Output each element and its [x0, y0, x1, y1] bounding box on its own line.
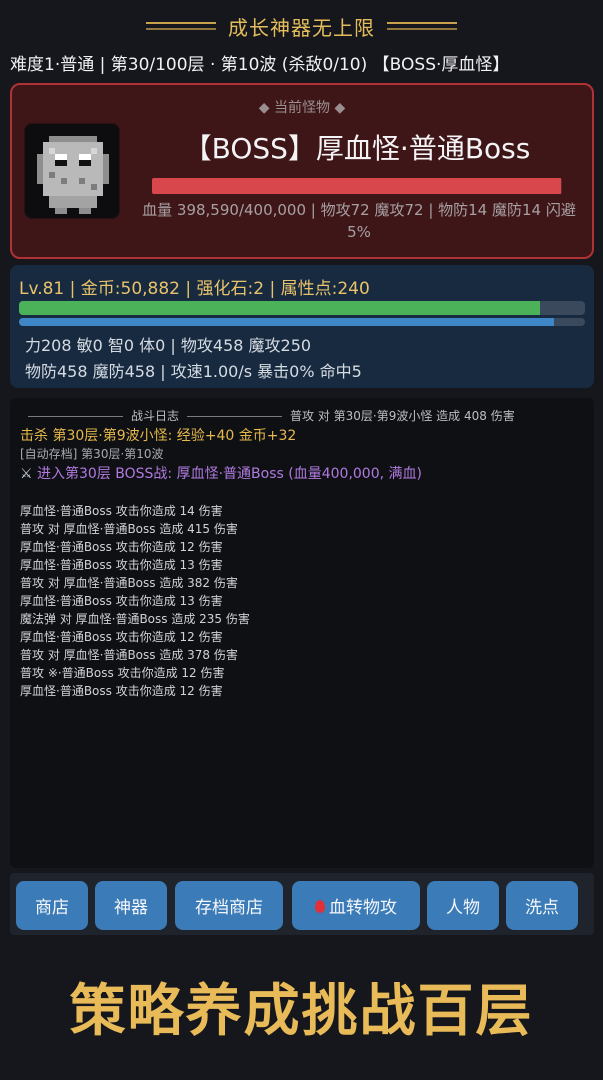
- monster-stats: 血量 398,590/400,000 | 物攻72 魔攻72 | 物防14 魔防…: [142, 201, 576, 241]
- log-autosave-entry: [自动存档] 第30层·第10波: [20, 447, 164, 461]
- log-entry: 魔法弹 对 厚血怪·普通Boss 造成 235 伤害: [20, 612, 250, 626]
- monster-hp-bar: [152, 178, 562, 194]
- exp-bar: [19, 301, 585, 315]
- current-monster-card: ◆ 当前怪物 ◆ 【BOSS】厚血怪·普通Boss 血量 398,590/400…: [10, 83, 594, 259]
- monster-avatar: [24, 123, 120, 219]
- log-entry: 厚血怪·普通Boss 攻击你造成 12 伤害: [20, 630, 223, 644]
- promo-slogan: 策略养成挑战百层: [69, 978, 534, 1044]
- battle-log-header: 战斗日志 普攻 对 第30层·第9波小怪 造成 408 伤害: [20, 407, 590, 424]
- log-entry: 厚血怪·普通Boss 攻击你造成 13 伤害: [20, 558, 223, 572]
- log-entry: 厚血怪·普通Boss 攻击你造成 14 伤害: [20, 504, 223, 518]
- divider: [187, 416, 283, 417]
- log-entry: 厚血怪·普通Boss 攻击你造成 12 伤害: [20, 684, 223, 698]
- log-entry: 普攻 对 厚血怪·普通Boss 造成 378 伤害: [20, 648, 238, 662]
- battle-log-panel[interactable]: 战斗日志 普攻 对 第30层·第9波小怪 造成 408 伤害 击杀 第30层·第9…: [10, 398, 594, 868]
- log-entry: 普攻 对 厚血怪·普通Boss 造成 382 伤害: [20, 576, 238, 590]
- game-title: 成长神器无上限: [228, 15, 375, 40]
- log-boss-enter-text: 进入第30层 BOSS战: 厚血怪·普通Boss (血量400,000, 满血): [37, 466, 422, 482]
- character-button[interactable]: 人物: [427, 881, 499, 930]
- blood-convert-label: 血转物攻: [329, 898, 397, 918]
- player-stats-line-1: 力208 敏0 智0 体0 | 物攻458 魔攻250: [25, 336, 312, 355]
- stage-info: 难度1·普通 | 第30/100层 · 第10波 (杀敌0/10) 【BOSS·…: [10, 55, 510, 75]
- divider: [28, 416, 123, 417]
- game-title-bar: 成长神器无上限: [0, 8, 603, 44]
- artifact-button[interactable]: 神器: [95, 881, 167, 930]
- player-status-card: Lv.81 | 金币:50,882 | 强化石:2 | 属性点:240 力208…: [10, 265, 594, 388]
- blood-convert-button[interactable]: 血转物攻: [292, 881, 420, 930]
- mana-bar: [19, 318, 585, 326]
- log-entry: 普攻 对 厚血怪·普通Boss 造成 415 伤害: [20, 522, 238, 536]
- monster-name: 【BOSS】厚血怪·普通Boss: [183, 132, 531, 165]
- player-header: Lv.81 | 金币:50,882 | 强化石:2 | 属性点:240: [19, 279, 370, 299]
- mana-fill: [19, 318, 554, 326]
- exp-fill: [19, 301, 540, 315]
- pixel-monster-icon: [37, 136, 109, 214]
- monster-hp-fill: [152, 178, 561, 194]
- log-entry: 普攻 ※·普通Boss 攻击你造成 12 伤害: [20, 666, 225, 680]
- reset-points-button[interactable]: 洗点: [506, 881, 578, 930]
- log-entry: 厚血怪·普通Boss 攻击你造成 12 伤害: [20, 540, 223, 554]
- player-stats-line-2: 物防458 魔防458 | 攻速1.00/s 暴击0% 命中5: [25, 362, 362, 381]
- title-deco-left: [146, 22, 216, 30]
- battle-log-header-entry: 普攻 对 第30层·第9波小怪 造成 408 伤害: [290, 409, 515, 423]
- blood-drop-icon: [315, 900, 325, 913]
- crossed-swords-icon: ⚔: [20, 466, 33, 482]
- log-kill-entry: 击杀 第30层·第9波小怪: 经验+40 金币+32: [20, 428, 297, 444]
- log-boss-enter-entry: ⚔ 进入第30层 BOSS战: 厚血怪·普通Boss (血量400,000, 满…: [20, 463, 422, 483]
- save-shop-button[interactable]: 存档商店: [175, 881, 283, 930]
- log-entry: 厚血怪·普通Boss 攻击你造成 13 伤害: [20, 594, 223, 608]
- shop-button[interactable]: 商店: [16, 881, 88, 930]
- current-monster-tag: ◆ 当前怪物 ◆: [258, 100, 346, 116]
- title-deco-right: [387, 22, 457, 30]
- bottom-toolbar: 商店 神器 存档商店 血转物攻 人物 洗点: [10, 873, 594, 935]
- battle-log-title: 战斗日志: [131, 409, 180, 423]
